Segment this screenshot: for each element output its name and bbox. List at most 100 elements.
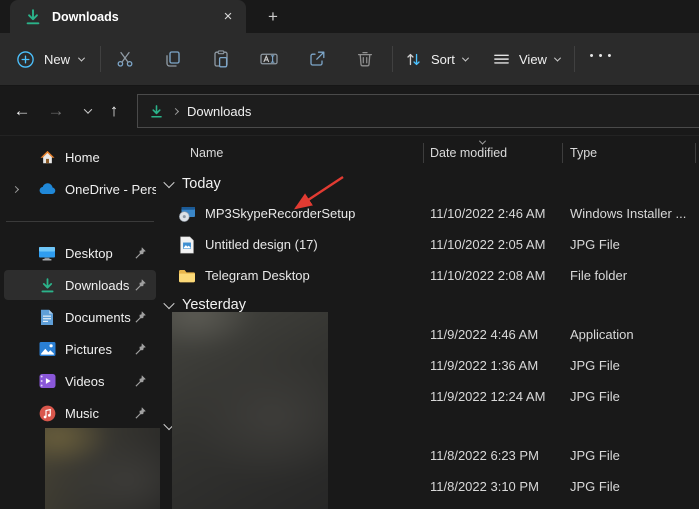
file-date: 11/8/2022 6:23 PM [430,448,539,463]
file-date: 11/9/2022 12:24 AM [430,389,546,404]
up-button[interactable]: ↑ [100,86,128,136]
column-header-date-modified[interactable]: Date modified [430,146,507,160]
column-header-row: Name Date modified Type [160,136,699,170]
file-row[interactable]: Untitled design (17) 11/10/2022 2:05 AM … [160,229,699,260]
sort-button[interactable]: Sort [404,33,469,85]
column-separator[interactable] [423,143,424,163]
pin-icon [135,375,146,387]
sort-indicator-icon [478,137,487,145]
rename-button[interactable] [255,33,283,85]
sidebar-item-label: OneDrive - Persona [65,181,156,197]
download-icon [151,104,162,118]
forward-button[interactable]: → [42,86,70,136]
sidebar-item-label: Documents [65,309,131,325]
chevron-down-icon [553,54,561,62]
videos-icon [38,372,56,390]
sidebar-item-onedrive[interactable]: OneDrive - Persona [4,174,156,204]
column-header-type[interactable]: Type [570,146,597,160]
sidebar-item-label: Home [65,149,100,165]
back-button[interactable]: ← [8,86,36,136]
file-explorer-window: Downloads × + New Sort View • • • ← → ↑ … [0,0,699,509]
file-row[interactable]: Telegram Desktop 11/10/2022 2:08 AM File… [160,260,699,291]
address-bar[interactable]: Downloads [137,94,699,128]
breadcrumb[interactable]: Downloads [187,104,251,119]
download-icon [38,276,56,294]
download-icon [26,8,40,24]
group-header-today[interactable]: Today [160,170,699,198]
chevron-down-icon [83,105,93,114]
plus-circle-icon [17,50,34,68]
file-date: 11/10/2022 2:05 AM [430,237,546,252]
expander-chevron-icon[interactable] [11,185,20,193]
chevron-down-icon [77,54,86,62]
file-name: Untitled design (17) [205,237,318,252]
column-separator[interactable] [562,143,563,163]
rename-icon [260,53,278,65]
sort-icon [407,53,420,65]
file-list: Name Date modified Type Today MP3SkypeRe… [160,136,699,509]
chevron-down-icon [461,54,469,62]
copy-button[interactable] [159,33,187,85]
file-type: JPG File [570,448,620,463]
new-tab-button[interactable]: + [260,5,286,29]
music-icon [38,404,56,422]
column-separator[interactable] [695,143,696,163]
pin-icon [135,407,146,419]
tab-close-button[interactable]: × [216,5,240,29]
trash-icon [357,51,373,67]
documents-icon [38,308,56,326]
home-icon [38,148,56,166]
sidebar-item-downloads[interactable]: Downloads [4,270,156,300]
collapse-chevron-icon[interactable] [163,297,175,310]
sidebar-item-pictures[interactable]: Pictures [4,334,156,364]
sidebar-item-documents[interactable]: Documents [4,302,156,332]
collapse-chevron-icon[interactable] [163,176,175,189]
group-label: Yesterday [182,297,246,313]
paste-button[interactable] [207,33,235,85]
sidebar-item-label: Videos [65,373,105,389]
sidebar-divider [6,221,154,222]
column-header-name[interactable]: Name [190,146,223,160]
chevron-right-icon [171,107,180,115]
file-type: File folder [570,268,628,283]
navigation-bar: ← → ↑ Downloads [0,86,699,136]
sidebar-item-label: Desktop [65,245,113,261]
toolbar-divider [574,46,575,72]
sidebar-item-music[interactable]: Music [4,398,156,428]
delete-button[interactable] [351,33,379,85]
pictures-icon [38,340,56,358]
clipboard-icon [214,50,228,68]
toolbar-divider [100,46,101,72]
jpg-file-icon [180,236,194,253]
file-row[interactable]: MP3SkypeRecorderSetup 11/10/2022 2:46 AM… [160,198,699,229]
ellipsis-icon: • • • [589,50,613,62]
recent-locations-button[interactable] [74,86,102,136]
sidebar-item-desktop[interactable]: Desktop [4,238,156,268]
view-button[interactable]: View [492,33,561,85]
share-button[interactable] [303,33,331,85]
sidebar-item-label: Music [65,405,99,421]
file-name: Telegram Desktop [205,268,310,283]
pin-icon [135,343,146,355]
copy-icon [166,51,180,67]
share-icon [310,51,325,66]
more-options-button[interactable]: • • • [586,33,616,85]
new-button[interactable]: New [16,33,86,85]
folder-icon [179,269,195,282]
file-type: Application [570,327,634,342]
file-type: JPG File [570,479,620,494]
sidebar-item-home[interactable]: Home [4,142,156,172]
sidebar-item-label: Downloads [65,277,130,293]
blurred-sidebar-region [45,428,160,509]
file-name: MP3SkypeRecorderSetup [205,206,356,221]
sidebar-item-videos[interactable]: Videos [4,366,156,396]
blurred-filenames-region [172,312,328,509]
file-type: JPG File [570,237,620,252]
tab-downloads[interactable]: Downloads × [10,0,246,33]
cut-button[interactable] [111,33,139,85]
new-button-label: New [44,51,71,67]
file-date: 11/10/2022 2:08 AM [430,268,546,283]
file-type: Windows Installer ... [570,206,687,221]
sidebar: Home OneDrive - Persona [0,136,160,509]
file-type: JPG File [570,389,620,404]
